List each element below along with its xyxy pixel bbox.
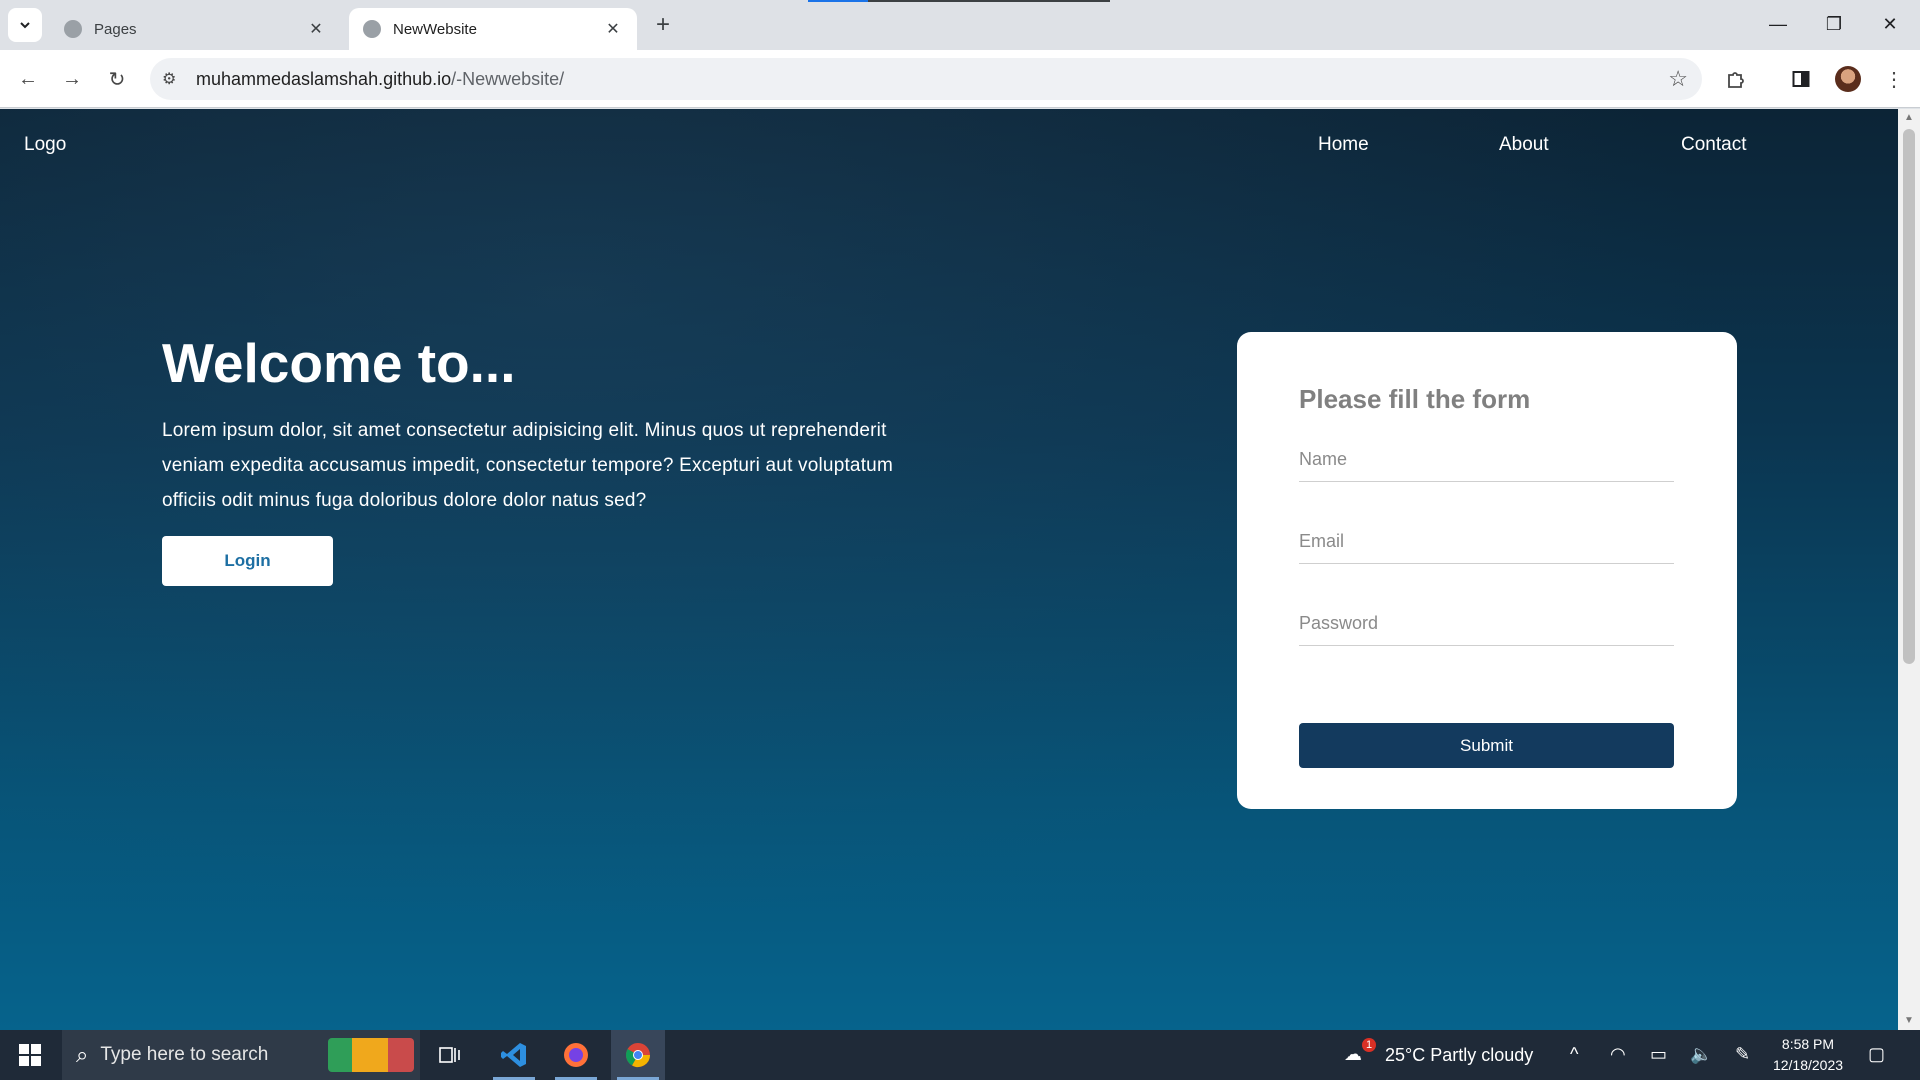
chrome-icon[interactable] [611,1030,665,1080]
volume-icon[interactable]: 🔈 [1690,1044,1712,1065]
search-placeholder: Type here to search [100,1044,269,1065]
nav-link-home[interactable]: Home [1318,134,1369,156]
star-icon[interactable]: ☆ [1668,66,1688,92]
side-panel-icon[interactable] [1785,63,1817,95]
close-icon[interactable]: ✕ [306,19,326,39]
clock-date: 12/18/2023 [1772,1057,1844,1073]
loading-indicator [808,0,1110,2]
notifications-icon[interactable]: ▢ [1868,1044,1885,1065]
close-icon[interactable]: ✕ [603,19,623,39]
task-view-icon[interactable] [423,1030,477,1080]
url-text[interactable]: muhammedaslamshah.github.io/-Newwebsite/ [196,69,564,90]
windows-taskbar: ⌕ Type here to search ☁ 1 25°C Partly cl… [0,1030,1920,1080]
site-logo[interactable]: Logo [24,134,66,156]
tab-newwebsite[interactable]: NewWebsite ✕ [349,8,637,50]
wifi-icon[interactable]: ◠ [1610,1044,1626,1065]
restore-icon[interactable]: ❐ [1806,0,1862,48]
github-icon [64,20,82,38]
weather-icon[interactable]: ☁ [1344,1044,1362,1065]
reload-icon[interactable]: ↻ [101,63,133,95]
clock[interactable]: 8:58 PM 12/18/2023 [1772,1034,1844,1076]
url-host: muhammedaslamshah.github.io [196,69,452,89]
address-bar[interactable]: ⚙ muhammedaslamshah.github.io/-Newwebsit… [150,58,1702,100]
scrollbar-thumb[interactable] [1903,129,1915,664]
url-path: /-Newwebsite/ [451,69,565,89]
tab-pages[interactable]: Pages ✕ [50,8,340,50]
nav-link-contact[interactable]: Contact [1681,134,1746,156]
tab-title: NewWebsite [393,20,477,38]
signup-form-card: Please fill the form Submit [1237,332,1737,809]
form-title: Please fill the form [1299,384,1531,414]
plus-icon[interactable]: + [650,11,676,38]
weather-text[interactable]: 25°C Partly cloudy [1385,1045,1533,1066]
scroll-down-icon[interactable]: ▼ [1903,1015,1915,1027]
profile-avatar[interactable] [1835,66,1861,92]
weather-badge: 1 [1362,1038,1376,1052]
globe-icon [363,20,381,38]
page-scrollbar[interactable]: ▲ ▼ [1898,109,1920,1030]
chevron-up-icon[interactable]: ^ [1570,1044,1578,1065]
taskbar-search[interactable]: ⌕ Type here to search [62,1030,420,1080]
firefox-icon[interactable] [549,1030,603,1080]
scroll-up-icon[interactable]: ▲ [1903,112,1915,124]
hero-description: Lorem ipsum dolor, sit amet consectetur … [162,420,893,511]
tab-title: Pages [94,20,137,38]
login-button[interactable]: Login [162,536,333,586]
minimize-icon[interactable]: — [1750,0,1806,48]
close-window-icon[interactable]: ✕ [1862,0,1918,48]
hero-title: Welcome to... [162,332,516,394]
windows-start-icon[interactable] [10,1040,50,1070]
tab-strip: Pages ✕ NewWebsite ✕ + — ❐ ✕ [0,0,1920,50]
back-arrow-icon[interactable]: ← [12,63,44,95]
chevron-down-icon[interactable] [8,8,42,42]
forward-arrow-icon[interactable]: → [56,63,88,95]
tune-icon[interactable]: ⚙ [162,69,182,89]
clock-time: 8:58 PM [1781,1036,1835,1052]
submit-button[interactable]: Submit [1299,723,1674,768]
search-icon: ⌕ [76,1042,89,1067]
browser-toolbar: ← → ↻ ⚙ muhammedaslamshah.github.io/-New… [0,50,1920,108]
puzzle-icon[interactable] [1720,63,1752,95]
gift-icon[interactable] [328,1038,414,1072]
pen-icon[interactable]: ✎ [1735,1044,1750,1065]
password-field[interactable] [1299,602,1674,646]
nav-link-about[interactable]: About [1499,134,1549,156]
name-field[interactable] [1299,438,1674,482]
page-viewport: Logo Home About Contact Welcome to... Lo… [0,109,1898,1030]
email-field[interactable] [1299,520,1674,564]
battery-icon[interactable]: ▭ [1650,1044,1667,1065]
vscode-icon[interactable] [487,1030,541,1080]
kebab-menu-icon[interactable]: ⋮ [1878,63,1910,95]
